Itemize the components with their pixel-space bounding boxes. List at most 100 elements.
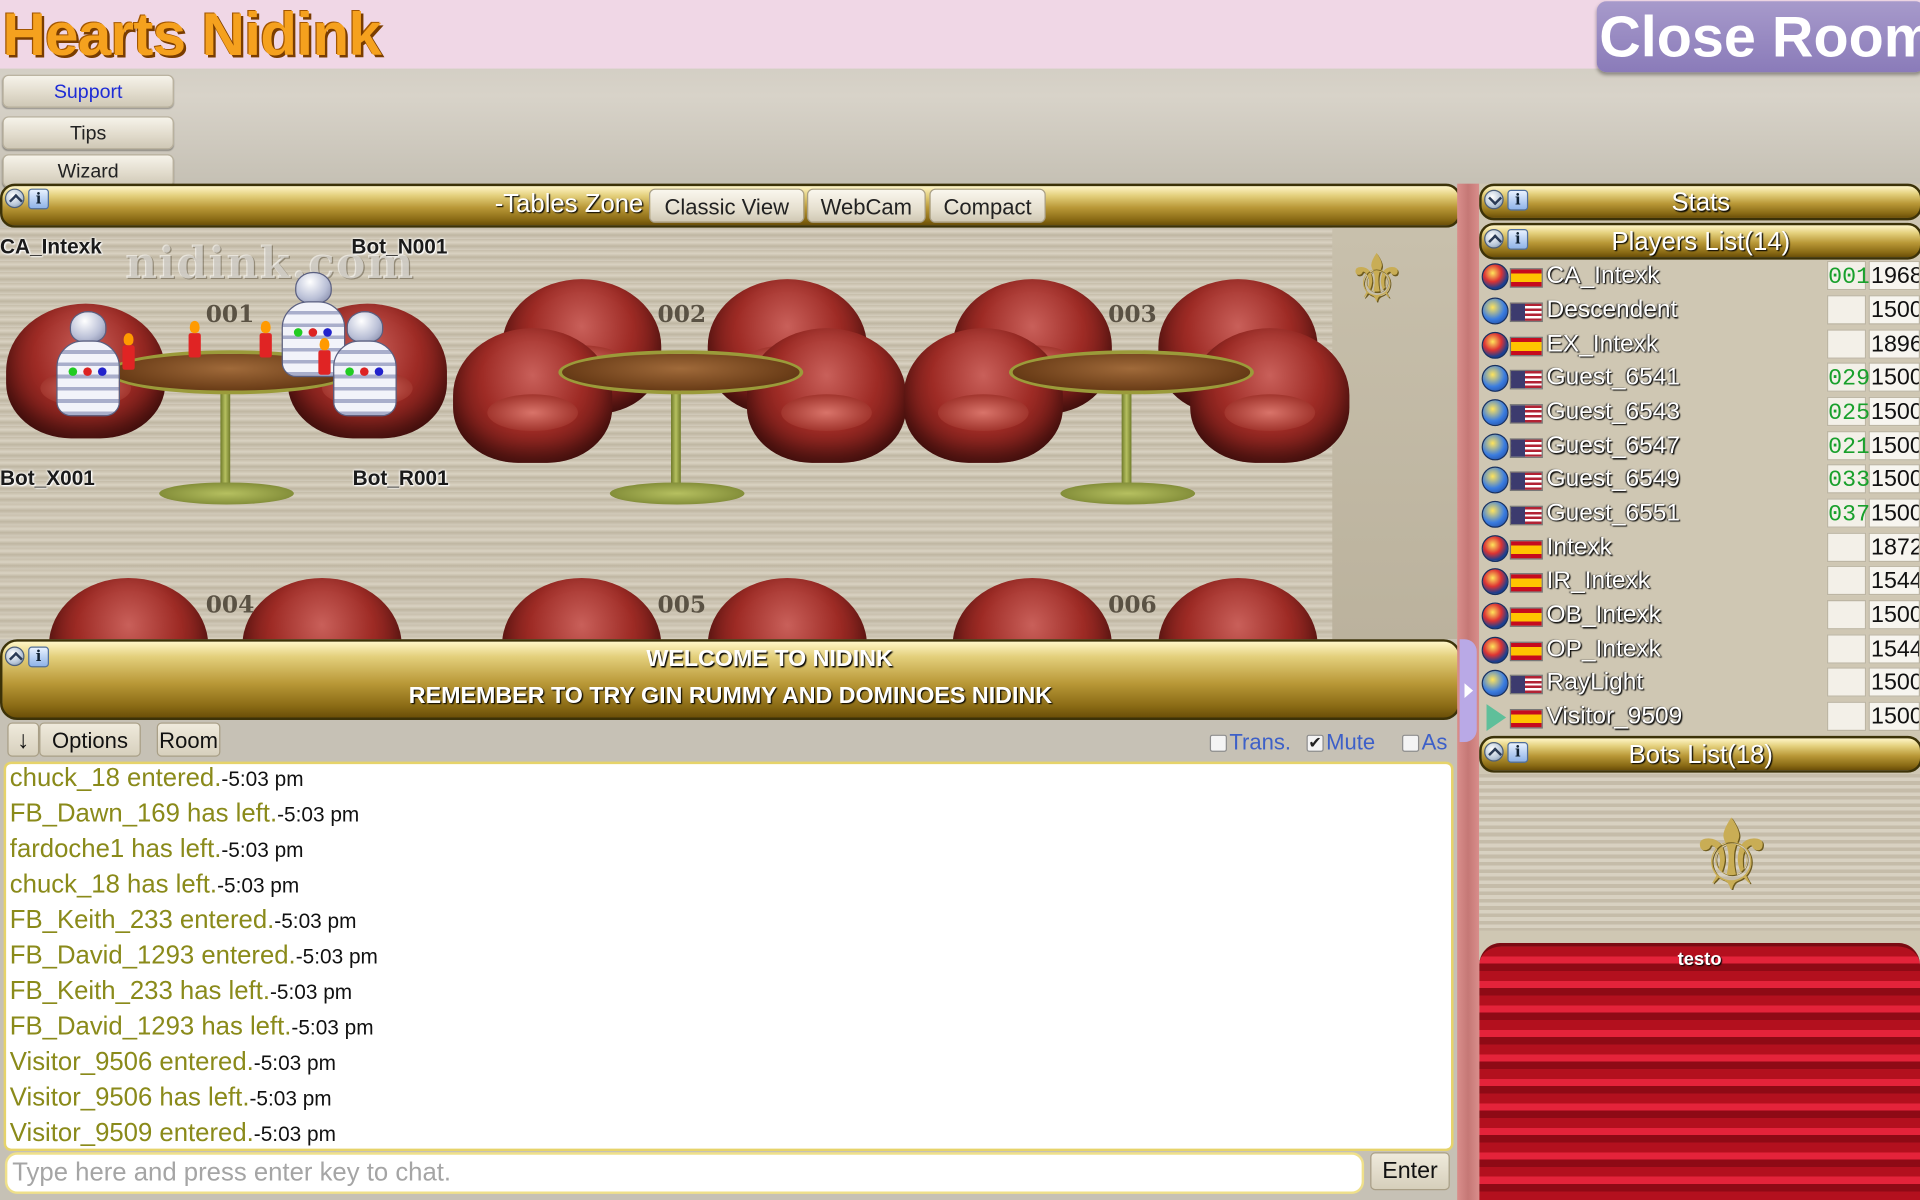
player-row[interactable]: Guest_6541 029 1500	[1479, 361, 1920, 394]
collapse-icon[interactable]	[4, 188, 25, 209]
chat-message: Visitor_9509 entered.-5:03 pm	[9, 1119, 336, 1148]
table-number: 002	[657, 301, 707, 329]
mute-checkbox[interactable]: ✔ Mute	[1306, 730, 1375, 756]
table-chair[interactable]	[502, 577, 662, 640]
table-number: 006	[1108, 591, 1157, 619]
chat-message: Visitor_9506 has left.-5:03 pm	[9, 1083, 332, 1112]
player-row[interactable]: EX_Intexk 1896	[1479, 328, 1920, 361]
stats-bar[interactable]: i Stats	[1479, 183, 1920, 221]
player-status-icon	[1481, 331, 1509, 359]
chat-log[interactable]: chuck_18 entered.-5:03 pm FB_Dawn_169 ha…	[3, 761, 1454, 1152]
table-chair[interactable]	[707, 577, 867, 640]
seat-label[interactable]: Bot_R001	[353, 467, 449, 491]
checkmark-icon[interactable]: ✔	[1306, 734, 1324, 752]
options-button[interactable]: Options	[39, 722, 141, 757]
player-row[interactable]: OB_Intexk 1500	[1479, 599, 1920, 632]
table-number: 004	[205, 591, 255, 619]
player-row[interactable]: Visitor_9509 1500	[1479, 700, 1920, 733]
tables-area: ⚜ 001 nidink.com CA_Intexk Bot_N001 Bot_…	[0, 227, 1458, 640]
player-row[interactable]: OP_Intexk 1544	[1479, 633, 1920, 666]
room-button[interactable]: Room	[156, 722, 221, 757]
drink-icon	[122, 333, 135, 370]
player-row[interactable]: Guest_6543 025 1500	[1479, 396, 1920, 429]
table-chair[interactable]	[48, 577, 209, 640]
tips-button[interactable]: Tips	[2, 116, 174, 150]
flag-usa-icon	[1509, 438, 1543, 458]
player-row[interactable]: Guest_6549 033 1500	[1479, 463, 1920, 496]
trans-checkbox[interactable]: Trans.	[1209, 730, 1291, 756]
stage-label: testo	[1677, 948, 1722, 970]
table-number: 005	[657, 591, 707, 619]
bots-area: ⚜	[1479, 773, 1920, 931]
chat-message: fardoche1 has left.-5:03 pm	[9, 835, 304, 864]
enter-button[interactable]: Enter	[1370, 1152, 1450, 1191]
tab-classic-view[interactable]: Classic View	[648, 188, 805, 223]
chat-message: chuck_18 has left.-5:03 pm	[9, 870, 300, 899]
flag-usa-icon	[1509, 404, 1543, 424]
player-status-icon	[1481, 500, 1509, 528]
drink-icon	[318, 337, 331, 375]
table-002[interactable]	[558, 350, 804, 395]
chat-toolbar: ↓ Options Room Trans. ✔ Mute As	[0, 720, 1457, 762]
stats-title: Stats	[1671, 188, 1731, 217]
player-status-icon	[1481, 263, 1509, 291]
flag-usa-icon	[1509, 302, 1543, 323]
player-status-icon	[1481, 399, 1509, 427]
player-row[interactable]: Guest_6547 021 1500	[1479, 430, 1920, 463]
player-status-icon	[1481, 669, 1509, 697]
scroll-down-arrow-icon[interactable]: ↓	[7, 722, 40, 757]
player-row[interactable]: RayLight 1500	[1479, 666, 1920, 699]
panel-splitter[interactable]	[1457, 183, 1480, 1200]
as-checkbox[interactable]: As	[1402, 730, 1447, 756]
chat-input[interactable]	[4, 1152, 1365, 1194]
player-status-icon	[1481, 568, 1509, 596]
welcome-line-1: WELCOME TO NIDINK	[646, 646, 893, 673]
drink-icon	[259, 320, 272, 358]
chat-message: FB_Keith_233 has left.-5:03 pm	[9, 977, 353, 1006]
table-chair[interactable]	[242, 577, 402, 640]
tab-webcam[interactable]: WebCam	[806, 188, 926, 223]
seat-label[interactable]: Bot_N001	[351, 235, 447, 259]
support-button[interactable]: Support	[2, 74, 174, 108]
flag-spain-icon	[1509, 268, 1543, 288]
expand-arrow-icon[interactable]	[1459, 639, 1477, 743]
table-chair[interactable]	[952, 577, 1112, 640]
flag-usa-icon	[1509, 471, 1543, 492]
flag-usa-icon	[1509, 369, 1543, 390]
player-row[interactable]: Descendent 1500	[1479, 294, 1920, 327]
table-chair[interactable]	[746, 328, 907, 463]
table-chair[interactable]	[1190, 328, 1350, 463]
players-list-bar[interactable]: i Players List(14)	[1479, 222, 1920, 260]
chat-message: FB_Dawn_169 has left.-5:03 pm	[9, 799, 360, 828]
welcome-line-2: REMEMBER TO TRY GIN RUMMY AND DOMINOES N…	[408, 683, 1053, 709]
table-chair[interactable]	[903, 328, 1063, 463]
table-003[interactable]	[1008, 350, 1254, 395]
seat-label[interactable]: Bot_X001	[0, 467, 95, 491]
top-bar: Hearts Nidink Close Room	[0, 0, 1920, 73]
player-row[interactable]: Guest_6551 037 1500	[1479, 497, 1920, 530]
seat-label[interactable]: CA_Intexk	[0, 235, 102, 259]
chat-message: FB_David_1293 entered.-5:03 pm	[9, 941, 378, 970]
close-room-button[interactable]: Close Room	[1596, 1, 1920, 73]
checkbox-icon[interactable]	[1402, 734, 1420, 752]
tab-compact[interactable]: Compact	[929, 188, 1046, 223]
player-row[interactable]: Intexk 1872	[1479, 531, 1920, 564]
drink-icon	[188, 320, 201, 358]
player-arrow-icon	[1486, 704, 1507, 732]
table-number: 001	[205, 301, 255, 329]
player-row[interactable]: IR_Intexk 1544	[1479, 564, 1920, 597]
table-chair[interactable]	[453, 328, 613, 463]
player-status-icon	[1481, 602, 1509, 630]
bots-list-bar[interactable]: i Bots List(18)	[1479, 735, 1920, 773]
flag-usa-icon	[1509, 674, 1543, 695]
tables-zone-bar: i -Tables Zone Classic View WebCam Compa…	[0, 183, 1461, 228]
wizard-button[interactable]: Wizard	[2, 154, 174, 188]
chat-message: FB_David_1293 has left.-5:03 pm	[9, 1012, 374, 1041]
info-icon[interactable]: i	[28, 188, 49, 210]
table-chair[interactable]	[1158, 577, 1318, 640]
right-panel: i Stats i Players List(14) CA_Intexk 001 1…	[1479, 183, 1920, 1200]
player-status-icon	[1481, 297, 1509, 325]
player-status-icon	[1481, 364, 1509, 392]
checkbox-icon[interactable]	[1209, 734, 1227, 752]
player-row[interactable]: CA_Intexk 001 1968	[1479, 260, 1920, 293]
